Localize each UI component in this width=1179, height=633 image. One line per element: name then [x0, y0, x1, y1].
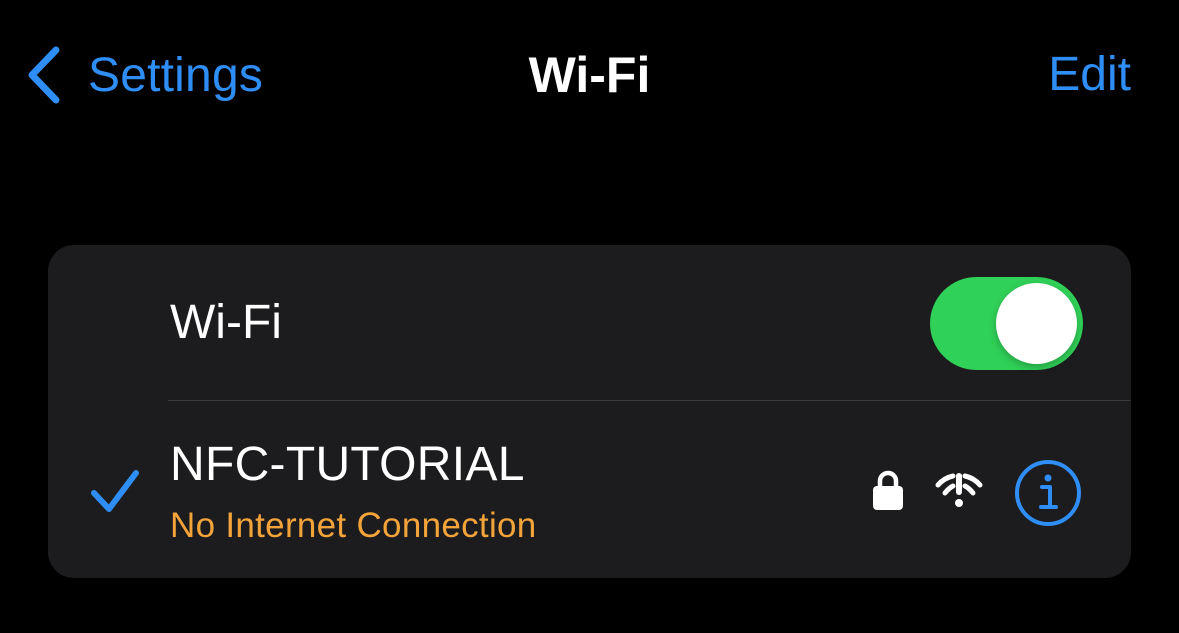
wifi-toggle-label: Wi-Fi	[170, 296, 282, 349]
wifi-settings-group: Wi-Fi NFC-TUTORIAL No Internet Connectio…	[48, 245, 1131, 578]
toggle-knob	[996, 283, 1077, 364]
network-name: NFC-TUTORIAL	[170, 438, 525, 491]
wifi-toggle-switch[interactable]	[930, 277, 1083, 370]
wifi-exclamation-icon	[935, 473, 983, 507]
wifi-toggle-row: Wi-Fi	[48, 245, 1131, 400]
edit-button[interactable]: Edit	[1048, 40, 1131, 110]
checkmark-icon	[91, 470, 139, 512]
lock-icon	[873, 470, 903, 510]
network-row[interactable]: NFC-TUTORIAL No Internet Connection	[48, 401, 1131, 578]
network-status: No Internet Connection	[170, 506, 537, 545]
navigation-bar: Settings Wi-Fi Edit	[0, 0, 1179, 150]
info-circle-icon[interactable]	[1014, 459, 1082, 527]
page-title: Wi-Fi	[528, 47, 651, 103]
